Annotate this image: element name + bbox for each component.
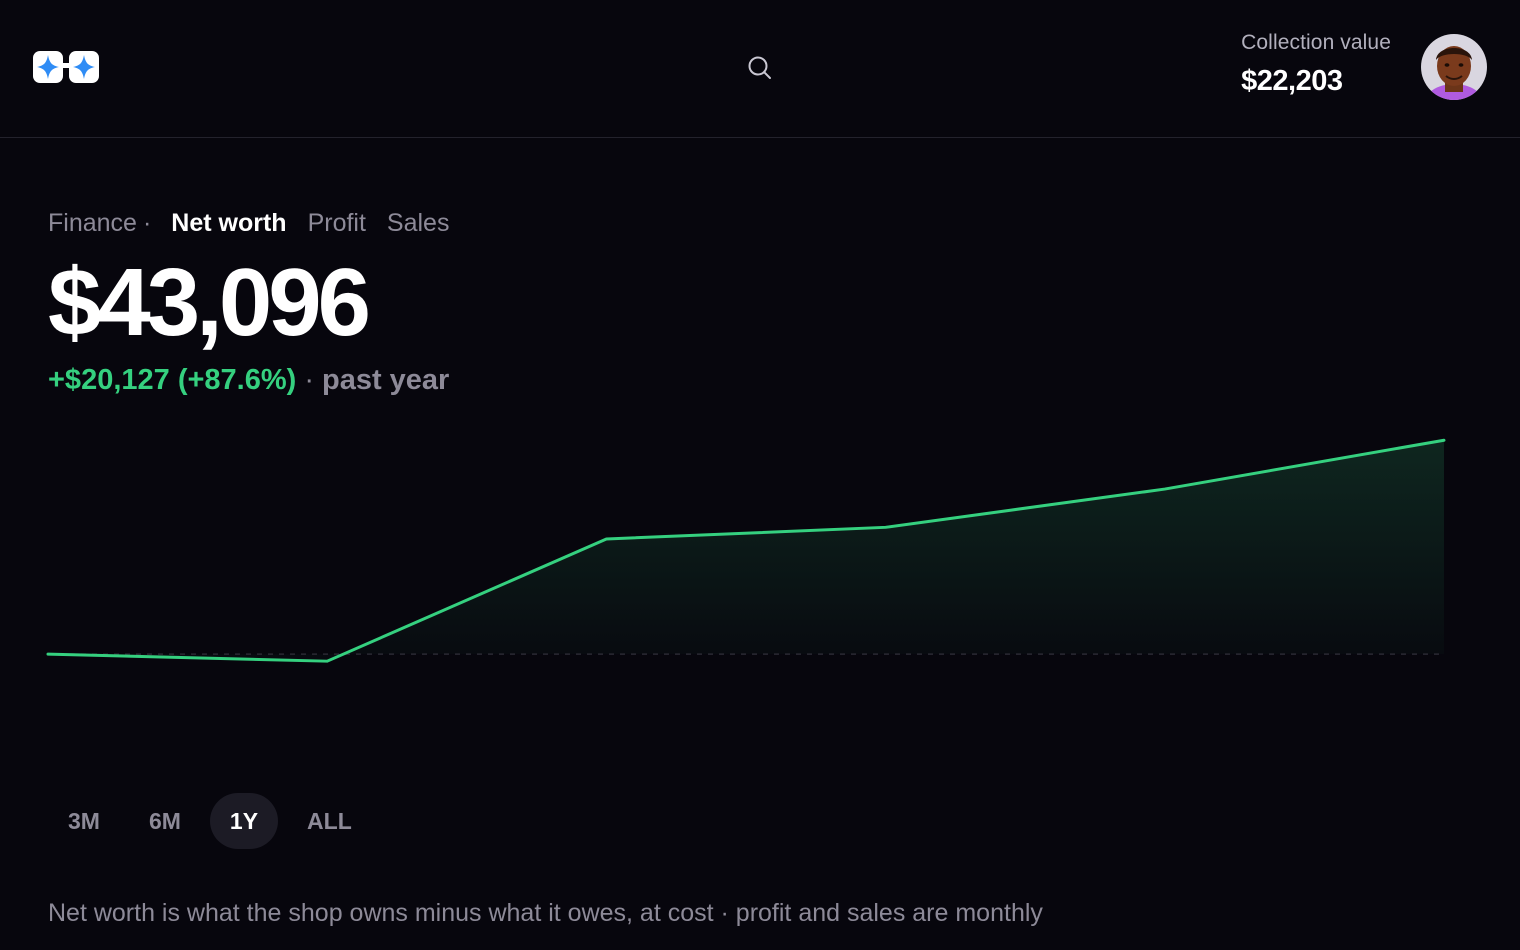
logo-icon <box>33 51 99 83</box>
finance-tabs: Finance · Net worth Profit Sales <box>48 209 449 238</box>
range-3m-button[interactable]: 3M <box>48 793 120 849</box>
range-1y-button[interactable]: 1Y <box>209 793 279 849</box>
search-button[interactable] <box>744 52 776 84</box>
change-amount: +$20,127 (+87.6%) <box>48 364 297 396</box>
net-worth-value: $43,096 <box>48 249 371 356</box>
change-separator: · <box>304 364 314 396</box>
tab-net-worth[interactable]: Net worth <box>171 209 286 238</box>
top-bar: Collection value $22,203 <box>0 0 1520 138</box>
user-avatar[interactable] <box>1421 34 1487 100</box>
search-icon <box>748 56 771 79</box>
breadcrumb-finance[interactable]: Finance <box>48 209 137 238</box>
tab-sales[interactable]: Sales <box>387 209 450 238</box>
collection-label: Collection value <box>1241 31 1391 54</box>
net-worth-chart <box>46 438 1446 663</box>
footnote: Net worth is what the shop owns minus wh… <box>48 899 1043 927</box>
range-all-button[interactable]: ALL <box>287 793 372 849</box>
chart-area-fill <box>48 440 1444 662</box>
collection-value: $22,203 <box>1241 65 1343 97</box>
sparkle-glasses-logo[interactable] <box>33 49 99 85</box>
net-worth-change: +$20,127 (+87.6%) · past year <box>48 364 449 397</box>
tab-profit[interactable]: Profit <box>308 209 366 238</box>
avatar-icon <box>1421 34 1487 100</box>
breadcrumb-separator: · <box>142 209 152 237</box>
range-selector: 3M 6M 1Y ALL <box>48 793 381 849</box>
collection-summary: Collection value $22,203 <box>1241 31 1391 98</box>
change-period: past year <box>321 364 450 396</box>
range-6m-button[interactable]: 6M <box>129 793 201 849</box>
